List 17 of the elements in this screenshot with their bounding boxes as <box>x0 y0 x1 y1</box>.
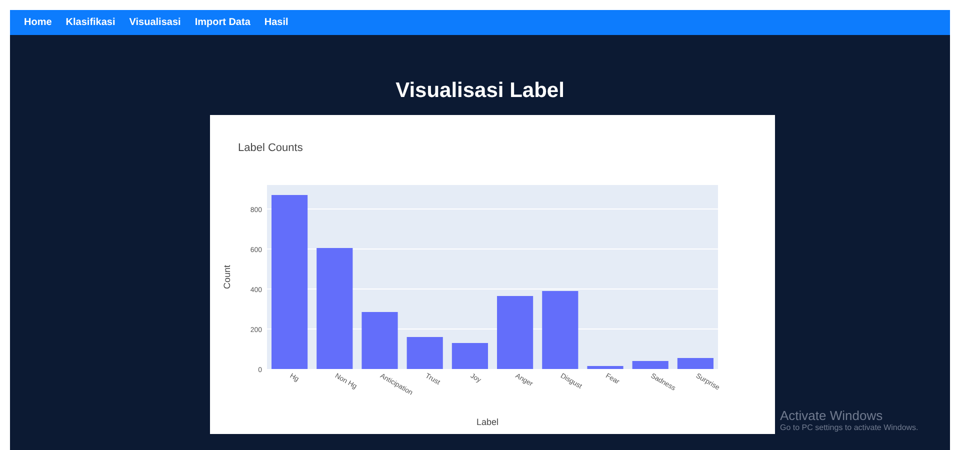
bar <box>632 361 668 369</box>
bar <box>406 337 443 369</box>
activation-text: Go to PC settings to activate Windows. <box>780 423 918 432</box>
bar <box>587 366 624 369</box>
bar <box>452 343 488 369</box>
x-axis-title: Label <box>476 417 499 427</box>
nav-link[interactable]: Visualisasi <box>129 17 181 28</box>
chart-title: Label Counts <box>238 142 303 154</box>
nav-link[interactable]: Import Data <box>194 17 250 28</box>
bar <box>677 358 714 369</box>
activation-title: Activate Windows <box>780 408 884 423</box>
nav-link[interactable]: Home <box>24 17 52 28</box>
nav-link[interactable]: Klasifikasi <box>66 17 116 28</box>
page-title: Visualisasi Label <box>394 79 566 103</box>
y-axis-title: Count <box>222 264 232 290</box>
nav-link[interactable]: Hasil <box>264 17 288 28</box>
bar <box>362 312 398 369</box>
